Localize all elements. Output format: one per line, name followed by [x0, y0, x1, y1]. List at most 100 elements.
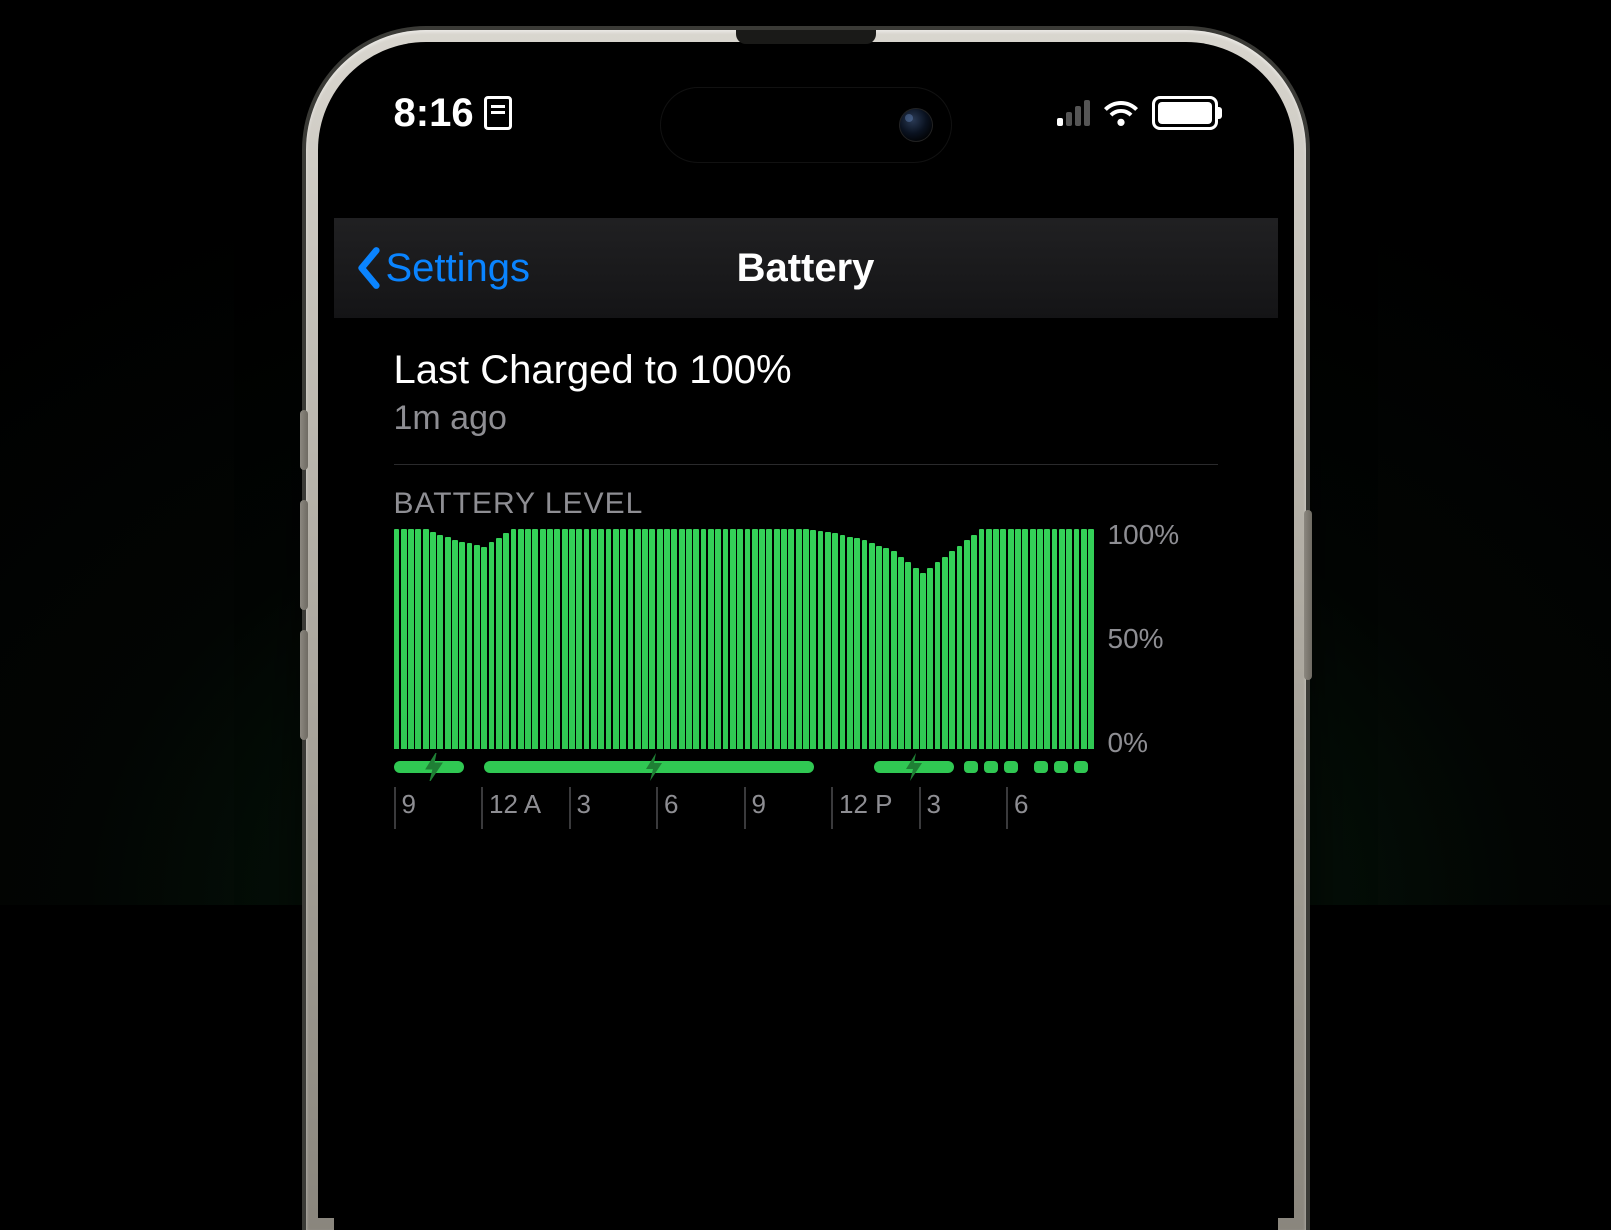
status-right	[1057, 96, 1218, 130]
battery-bar	[854, 538, 860, 749]
x-tick: 6	[1006, 787, 1028, 829]
battery-bar	[766, 529, 772, 749]
battery-bar	[935, 562, 941, 749]
battery-bar	[394, 529, 400, 749]
battery-bar	[847, 537, 853, 749]
battery-bar	[686, 529, 692, 749]
side-button-vol-up	[300, 500, 308, 610]
charging-dots	[964, 761, 1018, 773]
battery-bar	[1044, 529, 1050, 749]
charging-indicator-row	[394, 755, 1094, 779]
battery-bar	[1000, 529, 1006, 749]
battery-bar	[576, 529, 582, 749]
battery-bar	[693, 529, 699, 749]
battery-bar	[781, 529, 787, 749]
y-tick-0: 0%	[1108, 727, 1148, 759]
battery-bar	[679, 529, 685, 749]
lightning-bolt-icon	[904, 753, 926, 781]
battery-bar	[562, 529, 568, 749]
battery-bar	[1059, 529, 1065, 749]
battery-bar	[715, 529, 721, 749]
section-label-battery-level: BATTERY LEVEL	[394, 487, 1218, 521]
y-axis: 100% 50% 0%	[1094, 529, 1204, 749]
back-button[interactable]: Settings	[354, 218, 531, 318]
battery-bar	[942, 557, 948, 750]
battery-bar	[489, 542, 495, 749]
battery-bar	[876, 546, 882, 750]
status-time: 8:16	[394, 91, 474, 136]
back-label: Settings	[386, 246, 531, 291]
battery-bar	[415, 529, 421, 749]
side-button-silence	[300, 410, 308, 470]
battery-bar	[635, 529, 641, 749]
battery-bar	[1052, 529, 1058, 749]
battery-bar	[905, 562, 911, 749]
battery-bar	[540, 529, 546, 749]
battery-bar	[423, 529, 429, 749]
x-tick: 9	[744, 787, 766, 829]
battery-bar	[993, 529, 999, 749]
x-tick: 6	[656, 787, 678, 829]
earpiece-speaker	[736, 30, 876, 44]
status-bar: 8:16	[334, 58, 1278, 168]
battery-bar	[913, 568, 919, 750]
battery-bar	[467, 543, 473, 749]
battery-bar	[620, 529, 626, 749]
x-tick: 3	[569, 787, 591, 829]
battery-bar	[986, 529, 992, 749]
battery-bar	[657, 529, 663, 749]
battery-bar	[525, 529, 531, 749]
battery-bar	[649, 529, 655, 749]
divider	[394, 464, 1218, 465]
battery-bar	[1022, 529, 1028, 749]
page-title: Battery	[737, 246, 875, 291]
battery-bar	[796, 529, 802, 749]
battery-icon	[1152, 96, 1218, 130]
battery-bar	[642, 529, 648, 749]
battery-bar	[979, 529, 985, 749]
x-tick: 9	[394, 787, 416, 829]
battery-bar	[1066, 529, 1072, 749]
lightning-bolt-icon	[424, 753, 446, 781]
battery-bar	[1074, 529, 1080, 749]
battery-bar	[759, 529, 765, 749]
battery-level-chart[interactable]: 100% 50% 0%	[394, 529, 1218, 749]
battery-bar	[437, 535, 443, 750]
battery-bar	[606, 529, 612, 749]
battery-bar	[584, 529, 590, 749]
x-tick: 12 A	[481, 787, 541, 829]
x-tick: 12 P	[831, 787, 893, 829]
x-tick: 3	[919, 787, 941, 829]
phone-frame: 8:16 Settings	[306, 30, 1306, 1230]
last-charged-time: 1m ago	[394, 399, 1218, 438]
stage-background: 8:16 Settings	[0, 0, 1611, 905]
battery-bar	[1015, 529, 1021, 749]
battery-bar	[708, 529, 714, 749]
battery-bar	[503, 533, 509, 749]
battery-bar	[459, 542, 465, 749]
wifi-icon	[1104, 100, 1138, 126]
battery-bar	[862, 540, 868, 749]
battery-bar	[869, 543, 875, 749]
y-tick-100: 100%	[1108, 519, 1180, 551]
lightning-bolt-icon	[644, 753, 666, 781]
battery-bar	[430, 532, 436, 749]
battery-bar	[532, 529, 538, 749]
battery-bar	[598, 529, 604, 749]
battery-bar	[701, 529, 707, 749]
content-area[interactable]: Last Charged to 100% 1m ago BATTERY LEVE…	[334, 318, 1278, 1230]
battery-bar	[664, 529, 670, 749]
battery-bar	[628, 529, 634, 749]
battery-bar	[788, 529, 794, 749]
battery-bar	[818, 531, 824, 749]
battery-bar	[569, 529, 575, 749]
battery-bar	[891, 551, 897, 749]
battery-bar	[401, 529, 407, 749]
battery-bar	[774, 529, 780, 749]
battery-bar	[832, 533, 838, 749]
battery-bar	[1037, 529, 1043, 749]
battery-bar	[957, 546, 963, 750]
battery-bar	[474, 545, 480, 749]
battery-bar	[825, 532, 831, 749]
battery-bar	[518, 529, 524, 749]
